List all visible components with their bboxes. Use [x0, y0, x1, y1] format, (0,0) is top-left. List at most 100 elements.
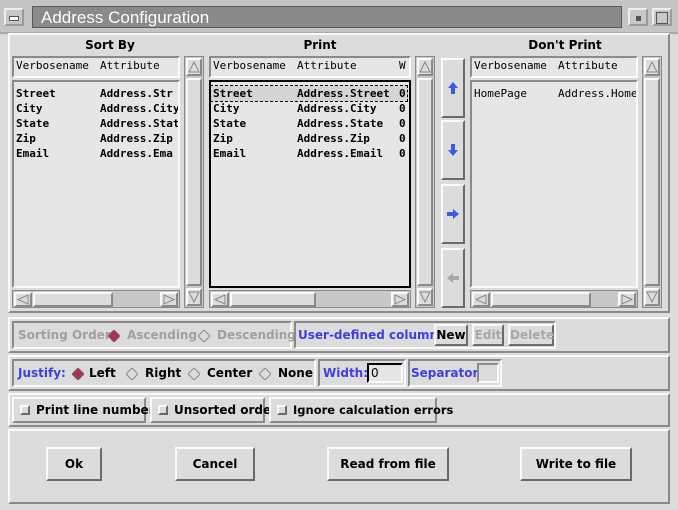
list-item-selected[interactable]: Street Address.Street 0	[211, 85, 408, 102]
move-down-button[interactable]	[441, 120, 465, 180]
radio-selected-icon	[108, 330, 120, 342]
ignore-errors-label: Ignore calculation errors	[293, 403, 454, 417]
title-bar[interactable]: Address Configuration	[0, 0, 678, 34]
list-item[interactable]: Email Address.Ema	[14, 146, 178, 161]
scroll-right-button[interactable]	[160, 292, 178, 307]
column-header-attribute: Attribute	[297, 59, 357, 72]
dont-print-header: Verbosename Attribute	[470, 56, 638, 78]
justify-right-radio[interactable]	[126, 368, 138, 380]
list-item[interactable]: City Address.City	[14, 101, 178, 116]
scroll-down-button[interactable]	[186, 288, 202, 306]
ascending-radio[interactable]	[108, 330, 120, 342]
window-menu-button[interactable]	[4, 8, 24, 26]
triangle-right-icon	[163, 294, 176, 305]
triangle-down-icon	[646, 291, 658, 304]
print-header: Verbosename Attribute W	[209, 56, 411, 78]
separator-input[interactable]	[477, 363, 499, 383]
move-up-button[interactable]	[441, 58, 465, 118]
sort-by-header: Verbosename Attribute	[12, 56, 180, 78]
width-label: Width:	[323, 366, 369, 380]
descending-radio[interactable]	[198, 330, 210, 342]
arrow-down-icon	[448, 144, 458, 156]
list-item[interactable]: City Address.City 0	[211, 101, 409, 116]
triangle-left-icon	[16, 294, 29, 305]
column-header-verbosename: Verbosename	[16, 59, 89, 72]
list-item[interactable]: State Address.Stat	[14, 116, 178, 131]
scroll-thumb[interactable]	[644, 78, 660, 286]
ok-button[interactable]: Ok	[46, 447, 102, 481]
minimize-button[interactable]	[628, 8, 648, 26]
maximize-button[interactable]	[652, 8, 672, 26]
new-column-button[interactable]: New	[434, 324, 468, 346]
scroll-down-button[interactable]	[417, 288, 433, 306]
justify-none-label: None	[278, 366, 313, 380]
triangle-down-icon	[188, 291, 200, 304]
ascending-label: Ascending	[127, 328, 198, 342]
ignore-errors-checkbox[interactable]: Ignore calculation errors	[269, 397, 453, 423]
unsorted-order-checkbox[interactable]: Unsorted order	[150, 397, 277, 423]
justify-right-label: Right	[145, 366, 182, 380]
list-item[interactable]: State Address.State 0	[211, 116, 409, 131]
scroll-down-button[interactable]	[644, 288, 660, 306]
scroll-left-button[interactable]	[14, 292, 32, 307]
scroll-left-button[interactable]	[472, 292, 490, 307]
list-item[interactable]: Street Address.Str	[14, 86, 178, 101]
arrow-right-icon	[447, 209, 459, 219]
dont-print-list[interactable]: HomePage Address.Home	[470, 80, 638, 288]
justify-center-label: Center	[207, 366, 253, 380]
justify-label: Justify:	[18, 366, 66, 380]
justify-left-label: Left	[89, 366, 116, 380]
write-to-file-button[interactable]: Write to file	[520, 447, 632, 481]
list-item[interactable]: Zip Address.Zip	[14, 131, 178, 146]
list-item[interactable]: Email Address.Email 0	[211, 146, 409, 161]
radio-unselected-icon	[198, 330, 210, 342]
move-left-button[interactable]	[441, 248, 465, 308]
radio-unselected-icon	[259, 368, 271, 380]
arrow-left-icon	[447, 273, 459, 283]
print-heading: Print	[303, 38, 337, 52]
scroll-thumb[interactable]	[33, 292, 113, 307]
unsorted-order-label: Unsorted order	[174, 403, 278, 417]
edit-column-button[interactable]: Edit	[472, 324, 504, 346]
print-hscrollbar[interactable]	[209, 290, 411, 308]
scroll-right-button[interactable]	[618, 292, 636, 307]
scroll-up-button[interactable]	[186, 58, 202, 76]
scroll-thumb[interactable]	[417, 78, 433, 286]
scroll-thumb[interactable]	[230, 292, 316, 307]
list-item[interactable]: Zip Address.Zip 0	[211, 131, 409, 146]
dont-print-hscrollbar[interactable]	[470, 290, 638, 308]
list-item[interactable]: HomePage Address.Home	[472, 86, 636, 101]
justify-center-radio[interactable]	[188, 368, 200, 380]
menu-icon	[9, 16, 19, 21]
justify-none-radio[interactable]	[259, 368, 271, 380]
checkbox-icon	[277, 405, 287, 415]
scroll-thumb[interactable]	[491, 292, 591, 307]
maximize-icon	[656, 12, 668, 24]
sort-by-vscrollbar[interactable]	[184, 56, 204, 308]
scroll-up-button[interactable]	[417, 58, 433, 76]
checkbox-icon	[158, 405, 168, 415]
scroll-up-button[interactable]	[644, 58, 660, 76]
move-right-button[interactable]	[441, 184, 465, 244]
delete-column-button[interactable]: Delete	[508, 324, 554, 346]
print-list[interactable]: Street Address.Street 0 City Address.City 0 …	[209, 80, 411, 288]
triangle-left-icon	[474, 294, 487, 305]
scroll-right-button[interactable]	[391, 292, 409, 307]
dont-print-vscrollbar[interactable]	[642, 56, 662, 308]
cancel-button[interactable]: Cancel	[175, 447, 255, 481]
read-from-file-button[interactable]: Read from file	[327, 447, 449, 481]
sorting-order-label: Sorting Order:	[18, 328, 116, 342]
scroll-left-button[interactable]	[211, 292, 229, 307]
user-columns-label: User-defined columns:	[298, 328, 450, 342]
width-input[interactable]: 0	[367, 363, 403, 383]
descending-label: Descending	[217, 328, 296, 342]
sort-by-hscrollbar[interactable]	[12, 290, 180, 308]
column-header-verbosename: Verbosename	[474, 59, 547, 72]
triangle-right-icon	[394, 294, 407, 305]
sort-by-list[interactable]: Street Address.Str City Address.City State…	[12, 80, 180, 288]
triangle-up-icon	[419, 60, 431, 73]
print-line-numbers-checkbox[interactable]: Print line numbers	[12, 397, 162, 423]
scroll-thumb[interactable]	[186, 78, 202, 286]
justify-left-radio[interactable]	[72, 368, 84, 380]
print-vscrollbar[interactable]	[415, 56, 435, 308]
